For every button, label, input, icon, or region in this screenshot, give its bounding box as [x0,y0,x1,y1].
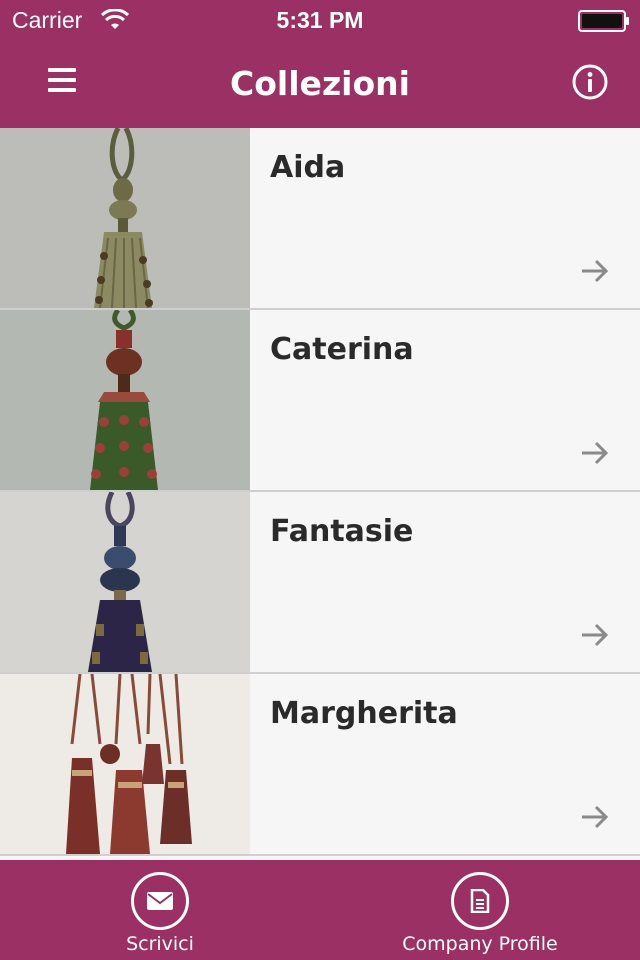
tab-company-profile[interactable]: Company Profile [320,860,640,960]
arrow-right-icon [582,805,609,829]
collections-list[interactable]: Aida Caterina Fantasie Margherita [0,128,640,860]
navigation-bar: Collezioni [0,40,640,128]
tassel-image-margherita [0,674,250,854]
status-bar: Carrier 5:31 PM [0,0,640,40]
page-title: Collezioni [230,64,410,103]
app-screen: Carrier 5:31 PM Collezioni Aida Caterina… [0,0,640,960]
collection-row-aida[interactable]: Aida [0,128,640,310]
info-icon[interactable] [570,62,610,102]
collection-title: Aida [270,150,346,185]
tab-bar: Scrivici Company Profile [0,860,640,960]
tassel-image-fantasie [0,492,250,672]
arrow-right-icon [582,441,609,465]
document-icon [470,889,490,913]
tab-scrivici[interactable]: Scrivici [0,860,320,960]
envelope-icon [147,892,173,910]
collection-row-caterina[interactable]: Caterina [0,310,640,492]
tab-label: Company Profile [402,933,558,955]
tassel-image-aida [0,128,250,308]
status-time: 5:31 PM [276,7,364,33]
arrow-right-icon [582,623,609,647]
tassel-image-caterina [0,310,250,490]
arrow-right-icon [582,259,609,283]
collection-title: Fantasie [270,514,414,549]
collection-row-fantasie[interactable]: Fantasie [0,492,640,674]
tab-icon-circle [131,872,189,930]
tab-icon-circle [451,872,509,930]
battery-icon [578,10,629,32]
tab-label: Scrivici [126,933,194,955]
collection-row-margherita[interactable]: Margherita [0,674,640,856]
collection-title: Caterina [270,332,414,367]
collection-title: Margherita [270,696,458,731]
